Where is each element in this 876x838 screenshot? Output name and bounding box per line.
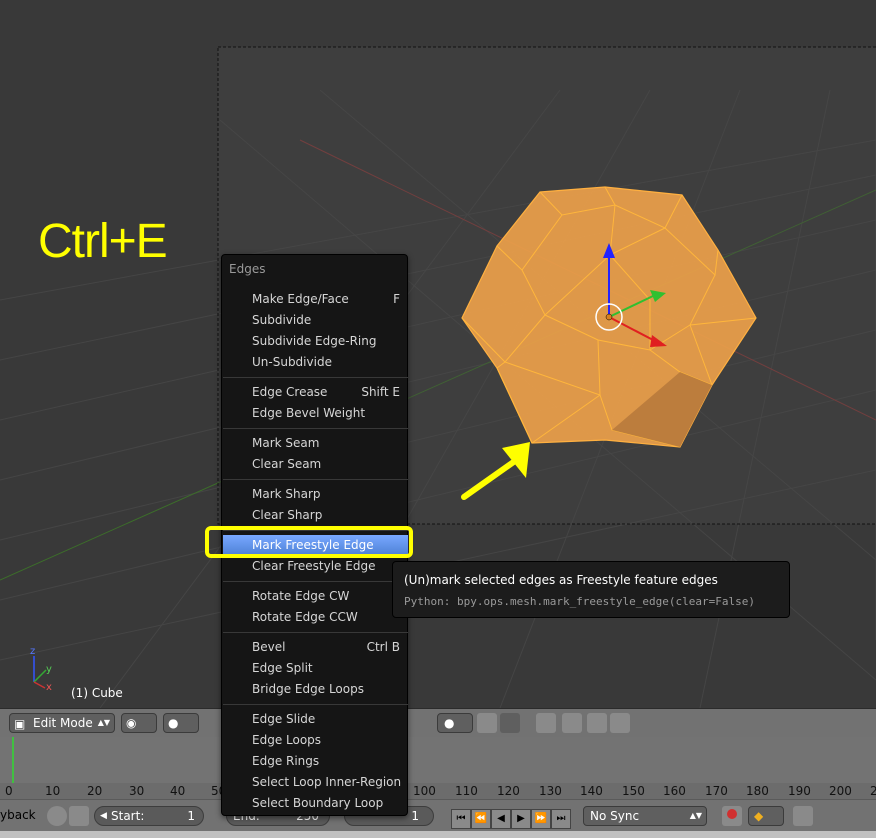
- render-icon[interactable]: [587, 713, 607, 733]
- jump-end-icon[interactable]: ⏭: [551, 809, 571, 829]
- playback-controls: ⏮ ⏪ ◀ ▶ ⏩ ⏭: [451, 806, 571, 829]
- tick-label: 200: [829, 784, 852, 798]
- tick-label: 2: [870, 784, 876, 798]
- menu-item-rotate-edge-ccw[interactable]: Rotate Edge CCW: [223, 607, 408, 627]
- menu-item-edge-crease[interactable]: Edge Crease Shift E: [223, 382, 408, 402]
- tick-label: 110: [455, 784, 478, 798]
- record-icon[interactable]: [722, 806, 742, 826]
- tick-label: 150: [622, 784, 645, 798]
- sync-selector[interactable]: No Sync ▲▼: [583, 806, 707, 826]
- menu-item-clear-freestyle-edge[interactable]: Clear Freestyle Edge: [223, 556, 408, 576]
- menu-item-rotate-edge-cw[interactable]: Rotate Edge CW: [223, 586, 408, 606]
- sync-icon[interactable]: [536, 713, 556, 733]
- jump-start-icon[interactable]: ⏮: [451, 809, 471, 829]
- globe-icon: ◉: [126, 716, 137, 730]
- menu-item-mark-sharp[interactable]: Mark Sharp: [223, 484, 408, 504]
- menu-item-edge-bevel-weight[interactable]: Edge Bevel Weight: [223, 403, 408, 423]
- prev-key-icon[interactable]: ⏪: [471, 809, 491, 829]
- shading-selector[interactable]: ●: [163, 713, 199, 733]
- menu-title: Edges: [229, 262, 266, 276]
- shortcut-annotation: Ctrl+E: [38, 215, 168, 268]
- menu-item-clear-sharp[interactable]: Clear Sharp: [223, 505, 408, 525]
- svg-text:z: z: [30, 646, 35, 657]
- key-icon: ◆: [754, 809, 764, 823]
- lock-icon[interactable]: [69, 806, 89, 826]
- dot-icon: ●: [444, 716, 455, 730]
- menu-separator: [223, 632, 408, 633]
- object-label: (1) Cube: [71, 686, 123, 700]
- menu-separator: [223, 377, 408, 378]
- annotation-highlight-box: [205, 526, 413, 558]
- frame-ruler[interactable]: 0 10 20 30 40 50 100 110 120 130 140 150…: [0, 783, 876, 799]
- next-key-icon[interactable]: ⏩: [531, 809, 551, 829]
- updown-icon: ▲▼: [689, 811, 702, 820]
- playhead[interactable]: [12, 737, 14, 783]
- play-icon[interactable]: ▶: [511, 809, 531, 829]
- menu-item-subdivide[interactable]: Subdivide: [223, 310, 408, 330]
- tooltip: (Un)mark selected edges as Freestyle fea…: [392, 561, 790, 618]
- viewport-shading-selector[interactable]: ◉: [121, 713, 157, 733]
- tick-label: 130: [539, 784, 562, 798]
- tick-label: 10: [45, 784, 61, 798]
- copy-icon[interactable]: [562, 713, 582, 733]
- tick-label: 0: [5, 784, 13, 798]
- playback-menu[interactable]: yback: [0, 808, 36, 822]
- tick-label: 120: [497, 784, 520, 798]
- menu-item-edge-rings[interactable]: Edge Rings: [223, 751, 408, 771]
- menu-separator: [223, 428, 408, 429]
- tick-label: 160: [663, 784, 686, 798]
- menu-item-un-subdivide[interactable]: Un-Subdivide: [223, 352, 408, 372]
- start-frame-field[interactable]: ◀ Start: 1: [94, 806, 204, 826]
- menu-item-bevel[interactable]: Bevel Ctrl B: [223, 637, 408, 657]
- snap-selector[interactable]: ●: [437, 713, 473, 733]
- keyframe-icon[interactable]: [793, 806, 813, 826]
- tick-label: 190: [788, 784, 811, 798]
- viewport-header: ▣ Edit Mode ▲▼ ◉ ● obal ●: [0, 708, 876, 737]
- updown-icon: ▲▼: [97, 718, 110, 727]
- tick-label: 100: [413, 784, 436, 798]
- menu-item-clear-seam[interactable]: Clear Seam: [223, 454, 408, 474]
- menu-separator: [223, 581, 408, 582]
- menu-separator: [223, 479, 408, 480]
- status-strip: [0, 831, 876, 838]
- tooltip-python: Python: bpy.ops.mesh.mark_freestyle_edge…: [404, 595, 755, 608]
- spheres-icon: ●: [168, 716, 179, 730]
- menu-item-mark-seam[interactable]: Mark Seam: [223, 433, 408, 453]
- menu-item-edge-loops[interactable]: Edge Loops: [223, 730, 408, 750]
- tick-label: 40: [170, 784, 186, 798]
- left-arrow-icon: ◀: [100, 811, 107, 821]
- menu-item-select-loop-inner-region[interactable]: Select Loop Inner-Region: [223, 772, 408, 792]
- keying-set-selector[interactable]: ◆: [748, 806, 784, 826]
- tick-label: 30: [129, 784, 145, 798]
- tick-label: 170: [705, 784, 728, 798]
- timeline-footer: yback ◀ Start: 1 End: 250 1 ⏮ ⏪ ◀ ▶ ⏩ ⏭ No Sy…: [0, 799, 876, 831]
- mode-selector[interactable]: ▣ Edit Mode ▲▼: [9, 713, 115, 733]
- menu-item-subdivide-edge-ring[interactable]: Subdivide Edge-Ring: [223, 331, 408, 351]
- menu-item-edge-split[interactable]: Edge Split: [223, 658, 408, 678]
- orientation-axes: z y x: [30, 646, 52, 693]
- tick-label: 180: [746, 784, 769, 798]
- menu-item-bridge-edge-loops[interactable]: Bridge Edge Loops: [223, 679, 408, 699]
- snap-icon[interactable]: [477, 713, 497, 733]
- menu-item-make-edge-face[interactable]: Make Edge/Face F: [223, 289, 408, 309]
- menu-separator: [223, 704, 408, 705]
- tooltip-description: (Un)mark selected edges as Freestyle fea…: [404, 573, 718, 587]
- play-reverse-icon[interactable]: ◀: [491, 809, 511, 829]
- svg-text:x: x: [46, 682, 52, 693]
- proportional-icon[interactable]: [500, 713, 520, 733]
- tick-label: 20: [87, 784, 103, 798]
- clock-icon[interactable]: [47, 806, 67, 826]
- svg-text:y: y: [46, 664, 52, 675]
- menu-item-select-boundary-loop[interactable]: Select Boundary Loop: [223, 793, 408, 813]
- menu-item-edge-slide[interactable]: Edge Slide: [223, 709, 408, 729]
- clapper-icon[interactable]: [610, 713, 630, 733]
- tick-label: 140: [580, 784, 603, 798]
- mode-icon: ▣: [14, 717, 26, 731]
- timeline-area[interactable]: [0, 737, 876, 783]
